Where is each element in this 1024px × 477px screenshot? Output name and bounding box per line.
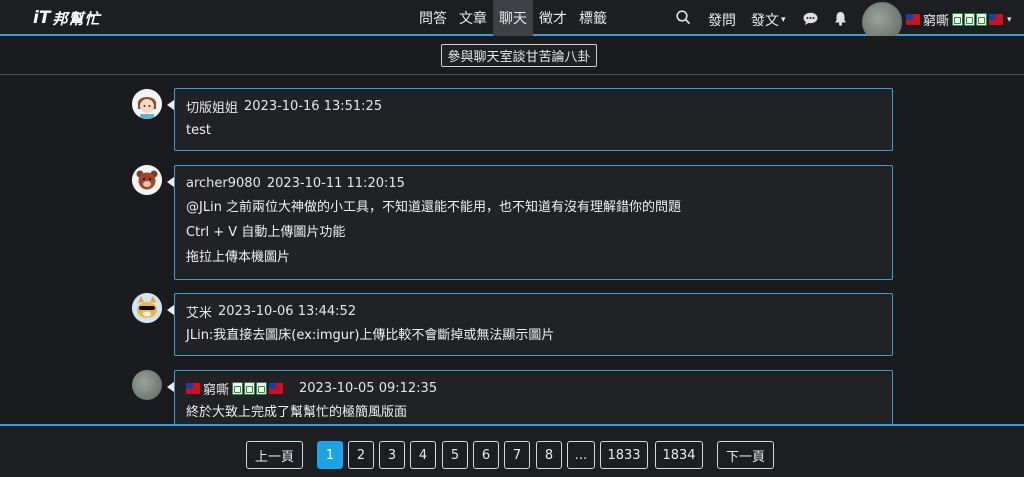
message-header: 艾米 2023-10-06 13:44:52 <box>186 302 881 321</box>
page-button-2[interactable]: 2 <box>348 441 374 469</box>
post-label: 發文 <box>751 13 779 29</box>
next-page-button[interactable]: 下一頁 <box>717 441 774 469</box>
avatar[interactable] <box>132 293 162 323</box>
message-time: 2023-10-06 13:44:52 <box>218 303 357 319</box>
join-chat-button[interactable]: 參與聊天室談甘苦論八卦 <box>441 44 597 67</box>
site-logo[interactable]: iT 邦幫忙 <box>33 8 100 28</box>
message-header: 窮嘶 2023-10-05 09:12:35 <box>186 379 881 398</box>
prev-page-button[interactable]: 上一頁 <box>246 441 303 469</box>
nav-link-tags[interactable]: 標籤 <box>573 0 613 36</box>
taiwan-flag-icon <box>989 14 1004 25</box>
message-header: 切版姐姐 2023-10-16 13:51:25 <box>186 97 881 116</box>
bear-avatar-icon <box>132 165 162 195</box>
page-button-1834[interactable]: 1834 <box>655 441 703 469</box>
page-button-1[interactable]: 1 <box>317 441 343 469</box>
logo-mark: iT <box>33 8 51 28</box>
page-button-6[interactable]: 6 <box>473 441 499 469</box>
mahjong-tile-icon <box>952 13 964 26</box>
avatar[interactable] <box>132 165 162 195</box>
post-dropdown[interactable]: 發文 ▾ <box>751 10 786 30</box>
message-text: Ctrl + V 自動上傳圖片功能 <box>186 225 346 240</box>
girl-avatar-icon <box>132 89 162 119</box>
mahjong-tile-icon <box>964 13 976 26</box>
page-button-1833[interactable]: 1833 <box>600 441 648 469</box>
bubble-arrow <box>167 177 174 187</box>
message-author[interactable]: archer9080 <box>186 176 261 191</box>
message-header: archer9080 2023-10-11 11:20:15 <box>186 175 881 191</box>
message-text: test <box>186 123 211 138</box>
taiwan-flag-icon <box>906 14 920 25</box>
message-time: 2023-10-05 09:12:35 <box>299 380 438 396</box>
bubble-arrow <box>167 382 174 392</box>
message-text: JLin:我直接去圖床(ex:imgur)上傳比較不會斷掉或無法顯示圖片 <box>186 328 555 343</box>
user-menu-caret: ▾ <box>1007 14 1012 25</box>
page-ellipsis: ... <box>567 441 595 469</box>
nav-link-jobs[interactable]: 徵才 <box>533 0 573 36</box>
bell-icon[interactable] <box>834 11 847 26</box>
avatar[interactable] <box>132 89 162 119</box>
message-author[interactable]: 切版姐姐 <box>186 97 238 116</box>
mahjong-tile-icon <box>256 381 268 395</box>
message-bubble: 艾米 2023-10-06 13:44:52 JLin:我直接去圖床(ex:im… <box>167 293 893 356</box>
message-text: 終於大致上完成了幫幫忙的極簡風版面 <box>186 405 408 420</box>
page-button-8[interactable]: 8 <box>536 441 562 469</box>
user-name: 窮嘶 <box>923 14 950 29</box>
ask-button[interactable]: 發問 <box>708 10 736 30</box>
bubble-arrow <box>167 305 174 315</box>
page-button-5[interactable]: 5 <box>442 441 468 469</box>
message-time: 2023-10-11 11:20:15 <box>266 175 405 191</box>
message-author: 窮嘶 <box>203 382 230 398</box>
message-bubble: 切版姐姐 2023-10-16 13:51:25 test <box>167 88 893 151</box>
post-caret: ▾ <box>781 15 786 25</box>
cat-avatar-icon <box>132 293 162 323</box>
message-author[interactable]: 艾米 <box>186 302 212 321</box>
message-time: 2023-10-16 13:51:25 <box>244 98 383 114</box>
taiwan-flag-icon <box>186 382 200 394</box>
page-button-3[interactable]: 3 <box>379 441 405 469</box>
mahjong-tile-icon <box>976 13 988 26</box>
chat-bubble-icon[interactable] <box>803 12 818 25</box>
nav-link-qa[interactable]: 問答 <box>413 0 453 36</box>
avatar[interactable] <box>132 370 162 400</box>
main-nav: 問答 文章 聊天 徵才 標籤 <box>413 0 613 36</box>
mahjong-tile-icon <box>244 381 256 395</box>
taiwan-flag-icon <box>269 382 284 394</box>
page-button-4[interactable]: 4 <box>410 441 436 469</box>
user-menu[interactable]: 窮嘶 ▾ <box>906 10 1012 29</box>
top-navbar: iT 邦幫忙 問答 文章 聊天 徵才 標籤 發問 發文 ▾ 窮嘶 ▾ <box>0 0 1024 42</box>
chat-subbar: 參與聊天室談甘苦論八卦 <box>0 36 1024 75</box>
nav-link-articles[interactable]: 文章 <box>453 0 493 36</box>
message-bubble: archer9080 2023-10-11 11:20:15 @JLin 之前兩… <box>167 165 893 280</box>
search-icon[interactable] <box>676 10 691 25</box>
message-text: 拖拉上傳本機圖片 <box>186 250 291 265</box>
mahjong-tile-icon <box>232 381 244 395</box>
message-author-group[interactable]: 窮嘶 <box>186 379 284 398</box>
logo-text: 邦幫忙 <box>52 9 101 28</box>
nav-link-chat[interactable]: 聊天 <box>493 0 533 36</box>
message-text: @JLin 之前兩位大神做的小工具，不知道還能不能用，也不知道有沒有理解錯你的問… <box>186 200 682 215</box>
bubble-arrow <box>167 100 174 110</box>
pagination-bar: 上一頁 1 2 3 4 5 6 7 8 ... 1833 1834 下一頁 <box>0 424 1024 477</box>
page-button-7[interactable]: 7 <box>504 441 530 469</box>
